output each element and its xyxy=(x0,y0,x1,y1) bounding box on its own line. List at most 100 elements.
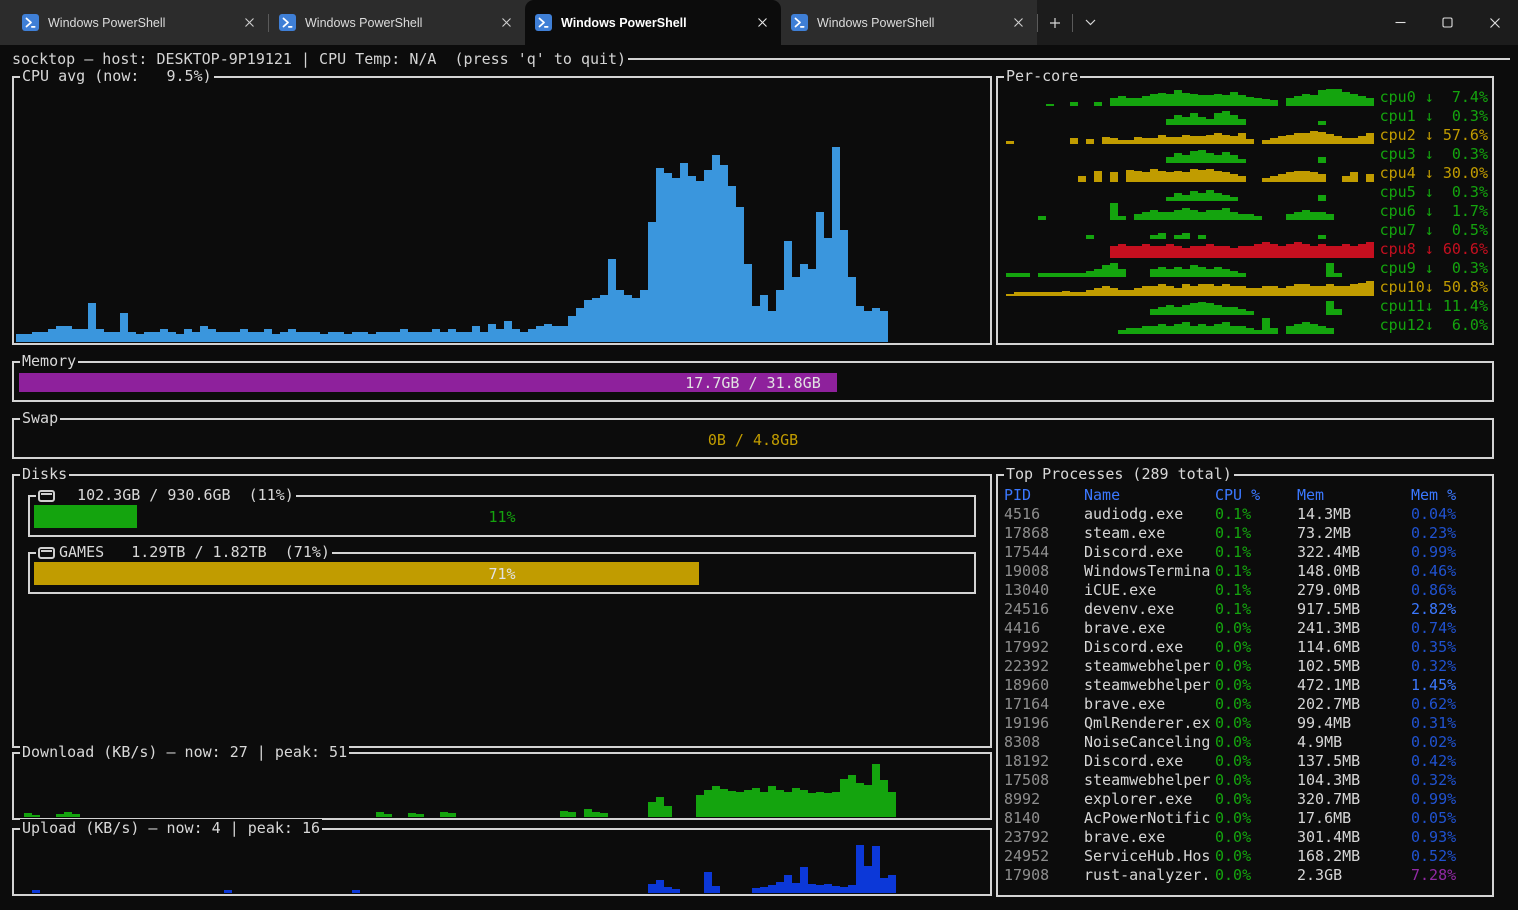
spark-bar xyxy=(56,814,64,817)
spark-bar xyxy=(1238,159,1246,163)
tab-dropdown-button[interactable] xyxy=(1073,0,1107,45)
spark-bar xyxy=(832,792,840,817)
cell-pid: 19008 xyxy=(1004,562,1049,581)
tab-windows-powershell-4[interactable]: Windows PowerShell xyxy=(781,0,1037,45)
spark-bar xyxy=(1246,214,1254,220)
spark-bar xyxy=(296,332,304,342)
spark-bar xyxy=(448,813,456,817)
spark-bar xyxy=(864,311,872,342)
spark-bar xyxy=(1222,195,1230,201)
spark-bar xyxy=(1286,214,1294,220)
core-row-cpu11: cpu11↓ 11.4% xyxy=(998,297,1492,316)
spark-bar xyxy=(848,885,856,893)
minimize-button[interactable] xyxy=(1377,0,1424,45)
close-button[interactable] xyxy=(1471,0,1518,45)
spark-bar xyxy=(864,866,872,893)
spark-bar xyxy=(584,300,592,342)
spark-bar xyxy=(144,332,152,342)
spark-bar xyxy=(1054,292,1062,296)
spark-bar xyxy=(1118,244,1126,258)
spark-bar xyxy=(352,332,360,342)
tab-close-icon[interactable] xyxy=(497,14,515,32)
spark-bar xyxy=(1238,326,1246,334)
tab-windows-powershell-2[interactable]: Windows PowerShell xyxy=(269,0,525,45)
cell-mem: 114.6MB xyxy=(1297,638,1360,657)
maximize-button[interactable] xyxy=(1424,0,1471,45)
spark-bar xyxy=(1166,119,1174,125)
tab-label: Windows PowerShell xyxy=(305,16,497,30)
spark-bar xyxy=(1230,197,1238,201)
top-processes-panel: Top Processes (289 total) PIDNameCPU %Me… xyxy=(996,474,1494,897)
status-rule xyxy=(628,58,1510,60)
core-label-cpu11: cpu11↓ 11.4% xyxy=(1380,297,1488,316)
spark-bar xyxy=(1230,286,1238,296)
spark-bar xyxy=(1198,136,1206,144)
tab-close-icon[interactable] xyxy=(753,14,771,32)
spark-bar xyxy=(1222,172,1230,182)
cell-name: audiodg.exe xyxy=(1084,505,1183,524)
cell-mem: 14.3MB xyxy=(1297,505,1351,524)
spark-bar xyxy=(552,326,560,342)
tab-close-icon[interactable] xyxy=(1009,14,1027,32)
core-row-cpu2: cpu2 ↓ 57.6% xyxy=(998,126,1492,145)
spark-bar xyxy=(1206,210,1214,220)
core-sparkline-cpu0 xyxy=(1006,88,1374,106)
spark-bar xyxy=(1102,286,1110,296)
spark-bar xyxy=(712,786,720,817)
spark-bar xyxy=(1190,246,1198,258)
cell-cpu-pct: 0.0% xyxy=(1215,752,1251,771)
core-label-cpu3: cpu3 ↓ 0.3% xyxy=(1380,145,1488,164)
cell-cpu-pct: 0.1% xyxy=(1215,524,1251,543)
spark-bar xyxy=(776,790,784,817)
spark-bar xyxy=(1238,286,1246,296)
spark-bar xyxy=(536,326,544,342)
spark-bar xyxy=(832,886,840,893)
spark-bar xyxy=(496,329,504,342)
spark-bar xyxy=(472,326,480,342)
cell-mem: 320.7MB xyxy=(1297,790,1360,809)
spark-bar xyxy=(1214,286,1222,296)
tab-close-icon[interactable] xyxy=(240,14,258,32)
cell-mem-pct: 0.31% xyxy=(1411,714,1456,733)
spark-bar xyxy=(1174,246,1182,258)
cell-mem: 2.3GB xyxy=(1297,866,1342,885)
spark-bar xyxy=(440,812,448,817)
spark-bar xyxy=(720,789,728,817)
spark-bar xyxy=(816,212,824,342)
spark-bar xyxy=(744,790,752,817)
spark-bar xyxy=(544,324,552,342)
minimize-icon xyxy=(1395,17,1406,28)
spark-bar xyxy=(1198,284,1206,296)
spark-bar xyxy=(568,812,576,817)
spark-bar xyxy=(1166,305,1174,315)
spark-bar xyxy=(1198,267,1206,277)
spark-bar xyxy=(1318,90,1326,106)
spark-bar xyxy=(336,332,344,342)
cell-pid: 4516 xyxy=(1004,505,1040,524)
spark-bar xyxy=(1206,244,1214,258)
spark-bar xyxy=(1174,210,1182,220)
cell-name: explorer.exe xyxy=(1084,790,1192,809)
cell-name: AcPowerNotific xyxy=(1084,809,1210,828)
spark-bar xyxy=(1198,150,1206,163)
spark-bar xyxy=(1190,265,1198,277)
spark-bar xyxy=(824,238,832,342)
cell-mem-pct: 0.74% xyxy=(1411,619,1456,638)
spark-bar xyxy=(840,779,848,817)
spark-bar xyxy=(1222,269,1230,277)
spark-bar xyxy=(1198,302,1206,315)
spark-bar xyxy=(1286,135,1294,144)
spark-bar xyxy=(1254,244,1262,258)
spark-bar xyxy=(1366,98,1374,106)
spark-bar xyxy=(1270,100,1278,106)
cell-mem-pct: 0.05% xyxy=(1411,809,1456,828)
cell-mem: 322.4MB xyxy=(1297,543,1360,562)
spark-bar xyxy=(1062,291,1070,296)
new-tab-button[interactable] xyxy=(1038,0,1072,45)
plus-icon xyxy=(1049,17,1061,29)
tab-windows-powershell-1[interactable]: Windows PowerShell xyxy=(12,0,268,45)
spark-bar xyxy=(1174,90,1182,106)
core-sparkline-cpu2 xyxy=(1006,126,1374,144)
spark-bar xyxy=(400,329,408,342)
tab-windows-powershell-3-active[interactable]: Windows PowerShell xyxy=(525,0,781,45)
